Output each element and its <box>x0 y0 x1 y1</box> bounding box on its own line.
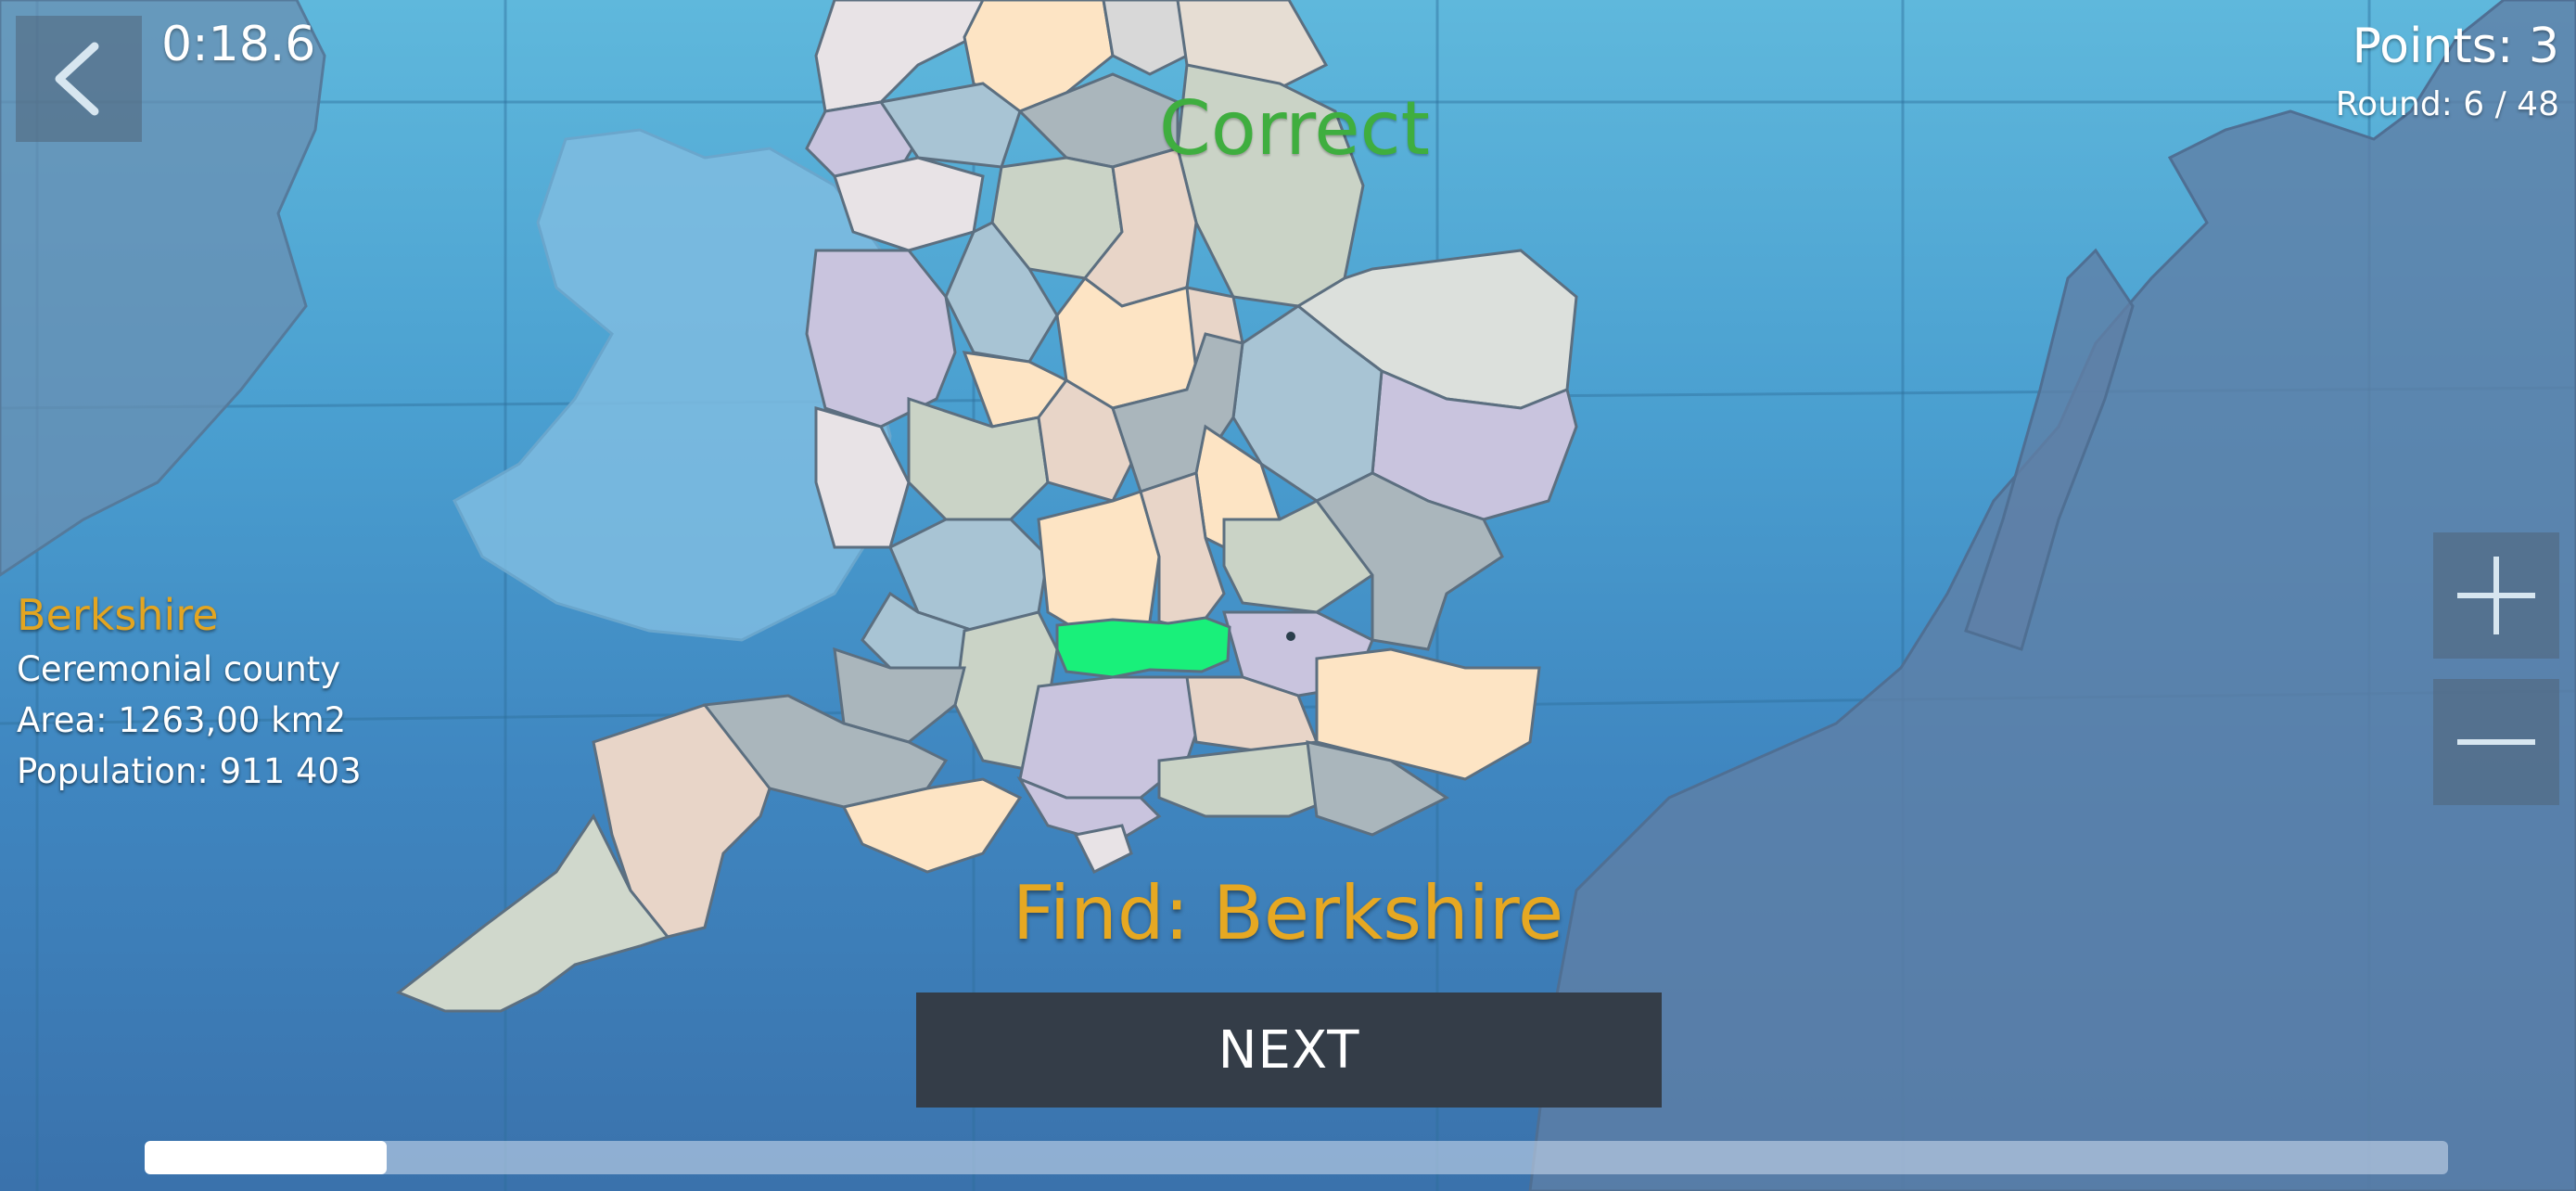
minus-icon <box>2457 739 2535 745</box>
region-name: Berkshire <box>17 590 219 640</box>
region-population: Population: 911 403 <box>17 751 362 791</box>
find-prompt: Find: Berkshire <box>1012 870 1564 956</box>
berkshire-region[interactable] <box>1055 616 1231 679</box>
zoom-out-button[interactable] <box>2433 679 2559 805</box>
game-screen: 0:18.6 Points: 3 Round: 6 / 48 Correct B… <box>0 0 2576 1191</box>
timer: 0:18.6 <box>161 17 316 72</box>
answer-feedback: Correct <box>1159 85 1430 172</box>
zoom-in-button[interactable] <box>2433 532 2559 659</box>
plus-icon <box>2457 557 2535 634</box>
region-info-panel: Berkshire Ceremonial county Area: 1263,0… <box>17 586 362 797</box>
points-counter: Points: 3 <box>2352 19 2559 74</box>
back-button[interactable] <box>16 16 142 142</box>
next-button[interactable]: NEXT <box>916 992 1662 1108</box>
round-progress-fill <box>145 1141 387 1174</box>
region-type: Ceremonial county <box>17 649 341 689</box>
round-progress-bar <box>145 1141 2448 1174</box>
round-counter: Round: 6 / 48 <box>2335 85 2559 123</box>
london-marker <box>1286 632 1295 641</box>
europe-landmass <box>1528 0 2576 1191</box>
region-area: Area: 1263,00 km2 <box>17 700 347 740</box>
chevron-left-icon <box>55 42 99 116</box>
